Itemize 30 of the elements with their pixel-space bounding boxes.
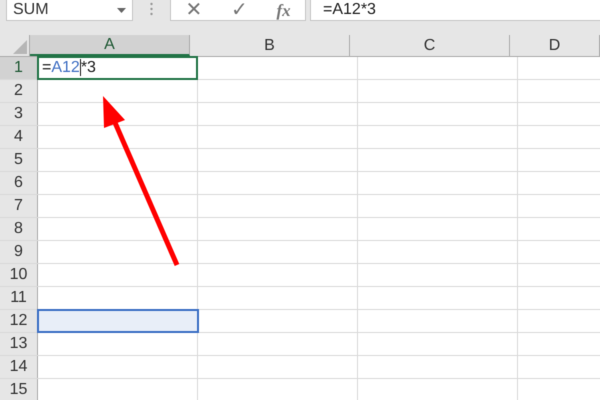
name-box[interactable]: SUM — [6, 0, 133, 21]
formula-text: =A12*3 — [323, 0, 376, 20]
dropdown-caret-icon — [117, 8, 126, 12]
row-header[interactable]: 15 — [0, 379, 38, 400]
row-header[interactable]: 4 — [0, 126, 38, 148]
cell-formula: =A12*3 — [42, 58, 96, 78]
row-header[interactable]: 8 — [0, 218, 38, 240]
row-header[interactable]: 11 — [0, 287, 38, 309]
column-header[interactable]: C — [350, 35, 510, 56]
name-box-value: SUM — [13, 0, 49, 20]
row-header[interactable]: 3 — [0, 103, 38, 125]
row-header[interactable]: 14 — [0, 356, 38, 378]
row-header[interactable]: 10 — [0, 264, 38, 286]
row-header[interactable]: 9 — [0, 241, 38, 263]
column-header[interactable]: A — [30, 35, 190, 56]
row-header[interactable]: 7 — [0, 195, 38, 217]
drag-handle-icon[interactable] — [150, 2, 153, 16]
row-header[interactable]: 12 — [0, 310, 38, 332]
formula-field[interactable]: =A12*3 — [310, 0, 600, 21]
cancel-button[interactable]: ✕ — [185, 0, 202, 20]
enter-button[interactable]: ✓ — [230, 0, 248, 20]
column-header[interactable]: D — [510, 35, 600, 56]
row-header[interactable]: 2 — [0, 80, 38, 102]
select-all-icon[interactable] — [13, 40, 27, 54]
row-header[interactable]: 5 — [0, 149, 38, 171]
insert-function-button[interactable]: fx — [276, 2, 291, 18]
row-header[interactable]: 13 — [0, 333, 38, 355]
row-header[interactable]: 6 — [0, 172, 38, 194]
row-header[interactable]: 1 — [0, 57, 38, 79]
active-cell[interactable]: =A12*3 — [37, 56, 198, 80]
